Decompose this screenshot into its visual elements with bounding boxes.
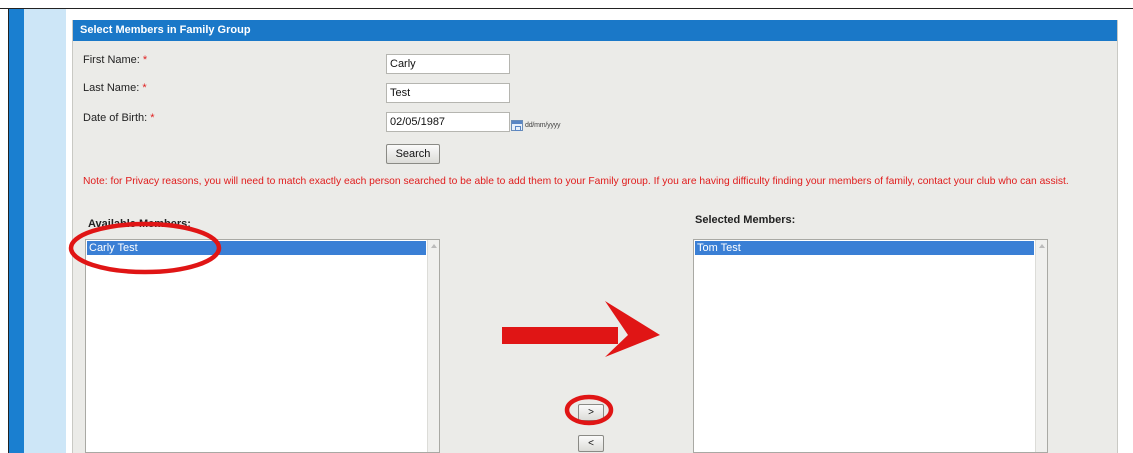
remove-member-button[interactable]: < (578, 435, 604, 452)
last-name-input[interactable] (386, 83, 510, 103)
selected-list-scrollbar[interactable] (1035, 240, 1047, 452)
available-member-option[interactable]: Carly Test (87, 241, 426, 255)
available-members-title: Available Members: (88, 218, 191, 230)
selected-member-option[interactable]: Tom Test (695, 241, 1034, 255)
first-name-label-text: First Name: (83, 54, 140, 66)
available-list-scrollbar[interactable] (427, 240, 439, 452)
add-member-button[interactable]: > (578, 404, 604, 421)
date-format-hint: dd/mm/yyyy (525, 122, 561, 129)
side-band (24, 9, 66, 453)
last-name-label-text: Last Name: (83, 82, 140, 94)
search-button[interactable]: Search (386, 144, 440, 164)
scroll-up-arrow-icon[interactable] (1039, 244, 1045, 248)
date-of-birth-label-text: Date of Birth: (83, 112, 148, 124)
privacy-note: Note: for Privacy reasons, you will need… (83, 176, 1069, 187)
first-name-required-mark: * (142, 54, 148, 66)
date-of-birth-label: Date of Birth: * (83, 112, 155, 124)
date-of-birth-required-mark: * (150, 112, 155, 124)
panel-title: Select Members in Family Group (73, 20, 1117, 41)
family-group-panel: Select Members in Family Group First Nam… (72, 20, 1118, 453)
last-name-required-mark: * (142, 82, 147, 94)
calendar-icon[interactable] (511, 120, 523, 131)
last-name-label: Last Name: * (83, 82, 147, 94)
first-name-input[interactable] (386, 54, 510, 74)
scroll-up-arrow-icon[interactable] (431, 244, 437, 248)
available-members-list[interactable]: Carly Test (85, 239, 440, 453)
selected-members-title: Selected Members: (695, 214, 796, 226)
first-name-label: First Name: * (83, 54, 147, 66)
side-accent-stripe (9, 9, 24, 453)
selected-members-list[interactable]: Tom Test (693, 239, 1048, 453)
date-of-birth-input[interactable] (386, 112, 510, 132)
